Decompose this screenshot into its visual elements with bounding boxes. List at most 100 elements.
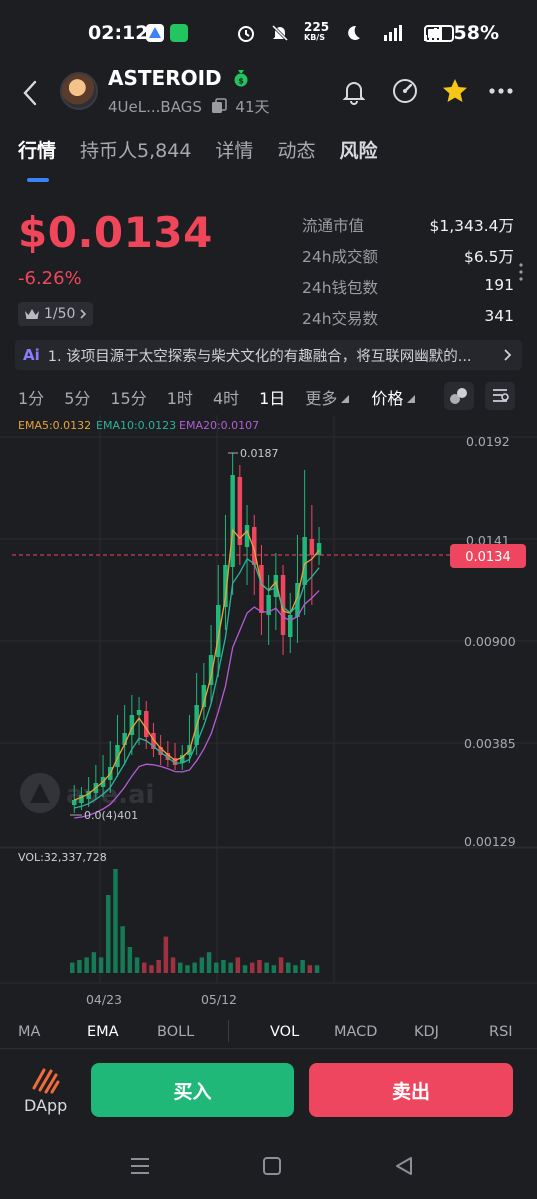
volume-bar bbox=[214, 962, 219, 973]
candle bbox=[288, 615, 293, 637]
candle bbox=[237, 477, 243, 545]
x-tick: 05/12 bbox=[201, 992, 237, 1007]
drawing-tool-button[interactable] bbox=[444, 382, 474, 410]
candle bbox=[259, 565, 264, 613]
tab-market[interactable]: 行情 bbox=[18, 136, 56, 176]
ai-tag: Ai bbox=[23, 346, 40, 364]
ema20-legend: EMA20:0.0107 bbox=[179, 419, 259, 432]
copy-icon[interactable] bbox=[211, 97, 227, 118]
rank-badge[interactable]: 1/50 bbox=[18, 302, 94, 326]
indicator-selector: MA EMA BOLL VOL MACD KDJ RSI bbox=[18, 1020, 518, 1048]
volume-bar bbox=[242, 965, 248, 973]
volume-bar bbox=[250, 962, 255, 973]
interval-1h[interactable]: 1时 bbox=[167, 385, 193, 409]
back-nav-icon[interactable] bbox=[394, 1156, 414, 1180]
wechat-notification-icon bbox=[170, 24, 188, 42]
interval-1m[interactable]: 1分 bbox=[18, 385, 44, 409]
sell-button[interactable]: 卖出 bbox=[309, 1063, 513, 1117]
dapp-button[interactable]: DApp bbox=[18, 1062, 74, 1118]
volume-bar bbox=[163, 936, 169, 973]
menu-icon[interactable] bbox=[129, 1156, 151, 1180]
svg-text:$: $ bbox=[238, 76, 244, 85]
volume-bar bbox=[192, 962, 197, 973]
price-mode-select[interactable]: 价格 bbox=[371, 385, 403, 409]
moon-icon bbox=[348, 25, 360, 40]
interval-more[interactable]: 更多 bbox=[305, 385, 337, 409]
crown-icon bbox=[25, 309, 39, 319]
volume-bar bbox=[120, 926, 125, 973]
more-icon[interactable] bbox=[487, 76, 517, 106]
caret-icon bbox=[407, 388, 416, 407]
chart-settings-button[interactable] bbox=[485, 382, 515, 410]
indicator-ema[interactable]: EMA bbox=[87, 1024, 119, 1040]
buy-button[interactable]: 买入 bbox=[91, 1063, 294, 1117]
bell-icon[interactable] bbox=[339, 76, 369, 106]
ai-summary-text: 1. 该项目源于太空探索与柴犬文化的有趣融合，将互联网幽默的... bbox=[47, 348, 472, 365]
alarm-icon bbox=[238, 26, 254, 42]
tab-activity[interactable]: 动态 bbox=[277, 136, 315, 176]
stats-panel: 流通市值 $1,343.4万 24h成交额 $6.5万 24h钱包数 191 24h交… bbox=[302, 214, 514, 338]
stat-row: 24h钱包数 191 bbox=[302, 276, 514, 297]
indicator-macd[interactable]: MACD bbox=[334, 1024, 377, 1040]
high-label: 0.0187 bbox=[240, 447, 279, 460]
interval-1d[interactable]: 1日 bbox=[259, 385, 285, 409]
home-icon[interactable] bbox=[262, 1156, 282, 1180]
interval-4h[interactable]: 4时 bbox=[213, 385, 239, 409]
dapp-label: DApp bbox=[24, 1096, 68, 1115]
ema5-legend: EMA5:0.0132 bbox=[18, 419, 91, 432]
indicator-boll[interactable]: BOLL bbox=[157, 1024, 194, 1040]
volume-bar bbox=[314, 965, 320, 973]
stat-row: 24h成交额 $6.5万 bbox=[302, 248, 514, 266]
gauge-icon[interactable] bbox=[390, 76, 420, 106]
candle bbox=[144, 711, 149, 737]
volume-bar bbox=[113, 869, 118, 973]
ai-summary-banner[interactable]: Ai 1. 该项目源于太空探索与柴犬文化的有趣融合，将互联网幽默的... bbox=[15, 340, 522, 370]
candle bbox=[309, 539, 315, 555]
tab-details[interactable]: 详情 bbox=[215, 136, 253, 176]
net-speed: 225 KB/S bbox=[304, 20, 330, 42]
stat-row: 流通市值 $1,343.4万 bbox=[302, 217, 514, 235]
chart-canvas[interactable]: ave.ai EMA5:0.0132 EMA10:0.0123 EMA20:0.… bbox=[0, 415, 537, 1015]
y-tick: 0.00129 bbox=[464, 834, 516, 849]
volume-bar bbox=[77, 960, 82, 973]
chevron-right-icon bbox=[503, 348, 512, 366]
volume-bar bbox=[178, 962, 183, 973]
volume-bar bbox=[235, 957, 241, 973]
token-header: ASTEROID $ 4UeL...BAGS 41天 bbox=[0, 66, 537, 122]
volume-bar bbox=[134, 957, 140, 973]
token-address[interactable]: 4UeL...BAGS bbox=[108, 98, 202, 116]
indicator-rsi[interactable]: RSI bbox=[489, 1024, 513, 1040]
price-chart[interactable]: ave.ai EMA5:0.0132 EMA10:0.0123 EMA20:0.… bbox=[0, 415, 537, 1015]
indicator-vol[interactable]: VOL bbox=[270, 1024, 299, 1040]
volume-bar bbox=[106, 895, 111, 973]
volume-bar bbox=[170, 957, 176, 973]
x-tick: 04/23 bbox=[86, 992, 122, 1007]
stats-more-icon[interactable] bbox=[518, 262, 524, 286]
volume-bar bbox=[142, 962, 147, 973]
back-button[interactable] bbox=[20, 78, 42, 108]
divider bbox=[0, 1048, 537, 1049]
interval-15m[interactable]: 15分 bbox=[110, 385, 146, 409]
status-bar: 02:12 225 KB/S 58% bbox=[0, 0, 537, 66]
volume-bar bbox=[300, 960, 305, 973]
star-icon[interactable] bbox=[440, 76, 470, 106]
dapp-icon bbox=[32, 1068, 60, 1094]
caret-icon bbox=[341, 388, 350, 407]
tab-risk[interactable]: 风险 bbox=[339, 136, 377, 176]
interval-5m[interactable]: 5分 bbox=[64, 385, 90, 409]
indicator-ma[interactable]: MA bbox=[18, 1024, 40, 1040]
volume-bar bbox=[149, 965, 154, 973]
volume-bar bbox=[70, 962, 75, 973]
price-change: -6.26% bbox=[18, 268, 82, 289]
tab-holders[interactable]: 持币人5,844 bbox=[80, 136, 191, 176]
volume-bar bbox=[271, 965, 277, 973]
token-meta: 4UeL...BAGS 41天 bbox=[108, 96, 270, 118]
volume-bar bbox=[307, 965, 313, 973]
indicator-kdj[interactable]: KDJ bbox=[414, 1024, 439, 1040]
volume-bar bbox=[228, 962, 233, 973]
battery-icon bbox=[424, 25, 454, 42]
interval-selector: 1分 5分 15分 1时 4时 1日 更多 价格 bbox=[18, 384, 416, 410]
volume-bar bbox=[221, 960, 226, 973]
rank-text: 1/50 bbox=[44, 306, 76, 322]
volume-bar bbox=[286, 962, 291, 973]
